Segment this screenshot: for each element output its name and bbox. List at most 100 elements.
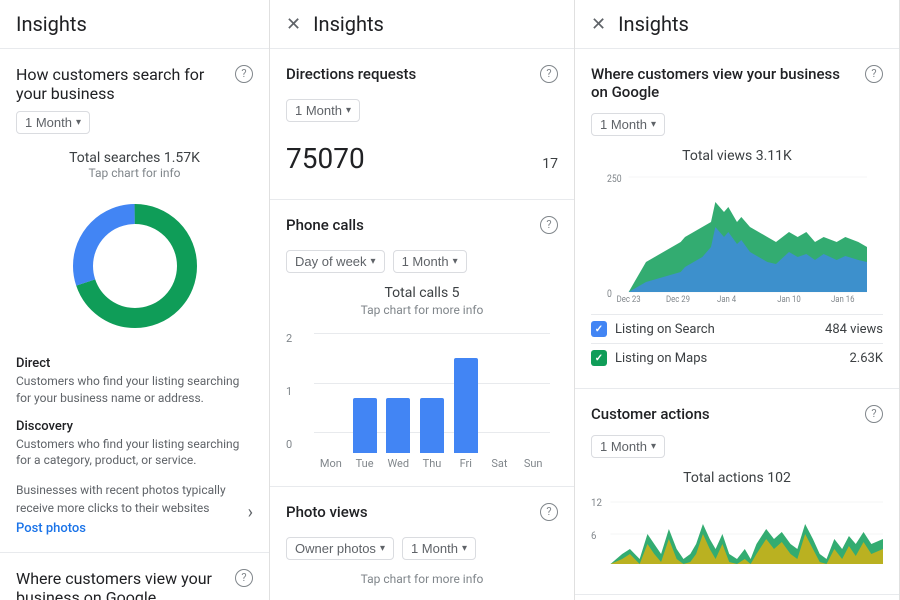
phone-filter-row: Day of week ▾ 1 Month ▾: [286, 242, 558, 281]
search-checkbox[interactable]: ✓: [591, 321, 607, 337]
total-calls: Total calls 5: [286, 285, 558, 301]
directions-month-filter[interactable]: 1 Month ▾: [286, 99, 360, 122]
photo-views-section: Photo views ? Owner photos ▾ 1 Month ▾ T…: [270, 487, 574, 600]
ca-help-icon[interactable]: ?: [865, 405, 883, 423]
panel-3: ✕ Insights Where customers view your bus…: [575, 0, 900, 600]
donut-chart: [65, 196, 205, 336]
directions-count: 17: [542, 156, 558, 172]
calls-y-labels: 2 1 0: [286, 333, 306, 450]
panel-2: ✕ Insights Directions requests ? 1 Month…: [270, 0, 575, 600]
svg-text:Jan 4: Jan 4: [717, 295, 736, 302]
ca-total: Total actions 102: [591, 470, 883, 486]
legend-maps: ✓ Listing on Maps 2.63K: [591, 343, 883, 372]
search-month-filter[interactable]: 1 Month ▾: [16, 111, 90, 134]
ca-chart: 12 6: [591, 494, 883, 578]
svg-text:12: 12: [591, 498, 602, 509]
panel-3-close-icon[interactable]: ✕: [591, 14, 606, 35]
panel-1-content: How customers search for your business ?…: [0, 49, 269, 600]
photo-filter-row: Owner photos ▾ 1 Month ▾: [286, 529, 558, 568]
svg-text:250: 250: [607, 173, 622, 185]
discovery-desc: Customers who find your listing searchin…: [16, 436, 253, 470]
calls-tap-info: Tap chart for more info: [286, 303, 558, 317]
photo-views-header: Photo views ?: [286, 503, 558, 525]
photo-tap-info: Tap chart for more info: [286, 572, 558, 586]
donut-chart-container: [16, 188, 253, 344]
discovery-label: Discovery: [16, 419, 253, 434]
discovery-legend: Discovery Customers who find your listin…: [16, 419, 253, 470]
direct-legend: Direct Customers who find your listing s…: [16, 356, 253, 407]
where-header: Where customers view your business on Go…: [16, 569, 253, 600]
directions-stat-row: 75070 17: [286, 134, 558, 183]
bar-sun: [516, 333, 550, 453]
directions-help-icon[interactable]: ?: [540, 65, 558, 83]
directions-section: Directions requests ? 1 Month ▾ 75070 17: [270, 49, 574, 200]
phone-month-filter[interactable]: 1 Month ▾: [393, 250, 467, 273]
filter-arrow-icon: ▾: [76, 117, 81, 128]
panel-3-title: Insights: [618, 12, 689, 36]
views-help-icon[interactable]: ?: [865, 65, 883, 83]
views-month-filter[interactable]: 1 Month ▾: [591, 113, 665, 136]
svg-text:Jan 10: Jan 10: [777, 295, 801, 302]
photo-views-help-icon[interactable]: ?: [540, 503, 558, 521]
ca-filter-arrow: ▾: [651, 441, 656, 452]
svg-text:Dec 23: Dec 23: [617, 295, 641, 302]
phone-day-filter[interactable]: Day of week ▾: [286, 250, 385, 273]
phone-title: Phone calls: [286, 216, 364, 234]
phone-header: Phone calls ?: [286, 216, 558, 238]
photo-month-filter[interactable]: 1 Month ▾: [402, 537, 476, 560]
legend-search: ✓ Listing on Search 484 views: [591, 314, 883, 343]
post-photos-link[interactable]: Post photos: [16, 521, 253, 536]
bar-sat: [483, 333, 517, 453]
svg-text:0: 0: [607, 288, 612, 300]
panel-2-close-icon[interactable]: ✕: [286, 14, 301, 35]
photo-note: Businesses with recent photos typically …: [16, 481, 253, 517]
directions-filter-arrow: ▾: [346, 105, 351, 116]
photo-chart-area: 400: [286, 594, 558, 600]
month-filter-arrow: ▾: [453, 256, 458, 267]
bar-wed: [381, 333, 415, 453]
maps-checkbox[interactable]: ✓: [591, 350, 607, 366]
ca-heading: Customer actions: [591, 405, 865, 423]
customer-actions-section: Customer actions ? 1 Month ▾ Total actio…: [575, 389, 899, 595]
calls-bar-chart: 2 1 0: [286, 325, 558, 470]
views-chart-svg: 250 0 Dec 23 Dec 29 Jan 4 Jan 10 Jan 16: [607, 172, 867, 302]
ca-header: Customer actions ?: [591, 405, 883, 423]
search-heading: How customers search for your business: [16, 65, 235, 103]
next-arrow-icon: ›: [248, 499, 253, 526]
photo-owner-filter[interactable]: Owner photos ▾: [286, 537, 394, 560]
photo-month-arrow: ▾: [462, 543, 467, 554]
calls-x-labels: Mon Tue Wed Thu Fri Sat Sun: [306, 453, 558, 470]
svg-text:Jan 16: Jan 16: [831, 295, 855, 302]
phone-help-icon[interactable]: ?: [540, 216, 558, 234]
views-area-chart: 250 0 Dec 23 Dec 29 Jan 4 Jan 10 Jan 16: [591, 172, 883, 306]
calls-bars: [306, 333, 558, 453]
svg-text:6: 6: [591, 531, 597, 542]
directions-header: Directions requests ?: [286, 65, 558, 87]
views-header: Where customers view your business on Go…: [591, 65, 883, 101]
search-total: Total searches 1.57K: [16, 150, 253, 166]
directions-title: Directions requests: [286, 65, 416, 83]
ca-chart-svg: 12 6: [591, 494, 883, 574]
panel-1: Insights How customers search for your b…: [0, 0, 270, 600]
panel-1-header: Insights: [0, 0, 269, 49]
direct-desc: Customers who find your listing searchin…: [16, 373, 253, 407]
legend-search-label: Listing on Search: [615, 322, 715, 337]
bar-mon: [314, 333, 348, 453]
panel-2-header: ✕ Insights: [270, 0, 574, 49]
ca-month-filter[interactable]: 1 Month ▾: [591, 435, 665, 458]
where-customers-section: Where customers view your business on Go…: [0, 553, 269, 600]
day-filter-arrow: ▾: [371, 256, 376, 267]
directions-value: 75070: [286, 142, 365, 175]
total-views: Total views 3.11K: [591, 148, 883, 164]
search-help-icon[interactable]: ?: [235, 65, 253, 83]
legend-maps-count: 2.63K: [849, 351, 883, 366]
legend-maps-label: Listing on Maps: [615, 351, 707, 366]
bar-tue: [348, 333, 382, 453]
phone-calls-section: Phone calls ? Day of week ▾ 1 Month ▾ To…: [270, 200, 574, 487]
direct-label: Direct: [16, 356, 253, 371]
panel-3-content: Where customers view your business on Go…: [575, 49, 899, 600]
owner-filter-arrow: ▾: [380, 543, 385, 554]
search-section: How customers search for your business ?…: [0, 49, 269, 553]
where-help-icon[interactable]: ?: [235, 569, 253, 587]
where-heading: Where customers view your business on Go…: [16, 569, 235, 600]
